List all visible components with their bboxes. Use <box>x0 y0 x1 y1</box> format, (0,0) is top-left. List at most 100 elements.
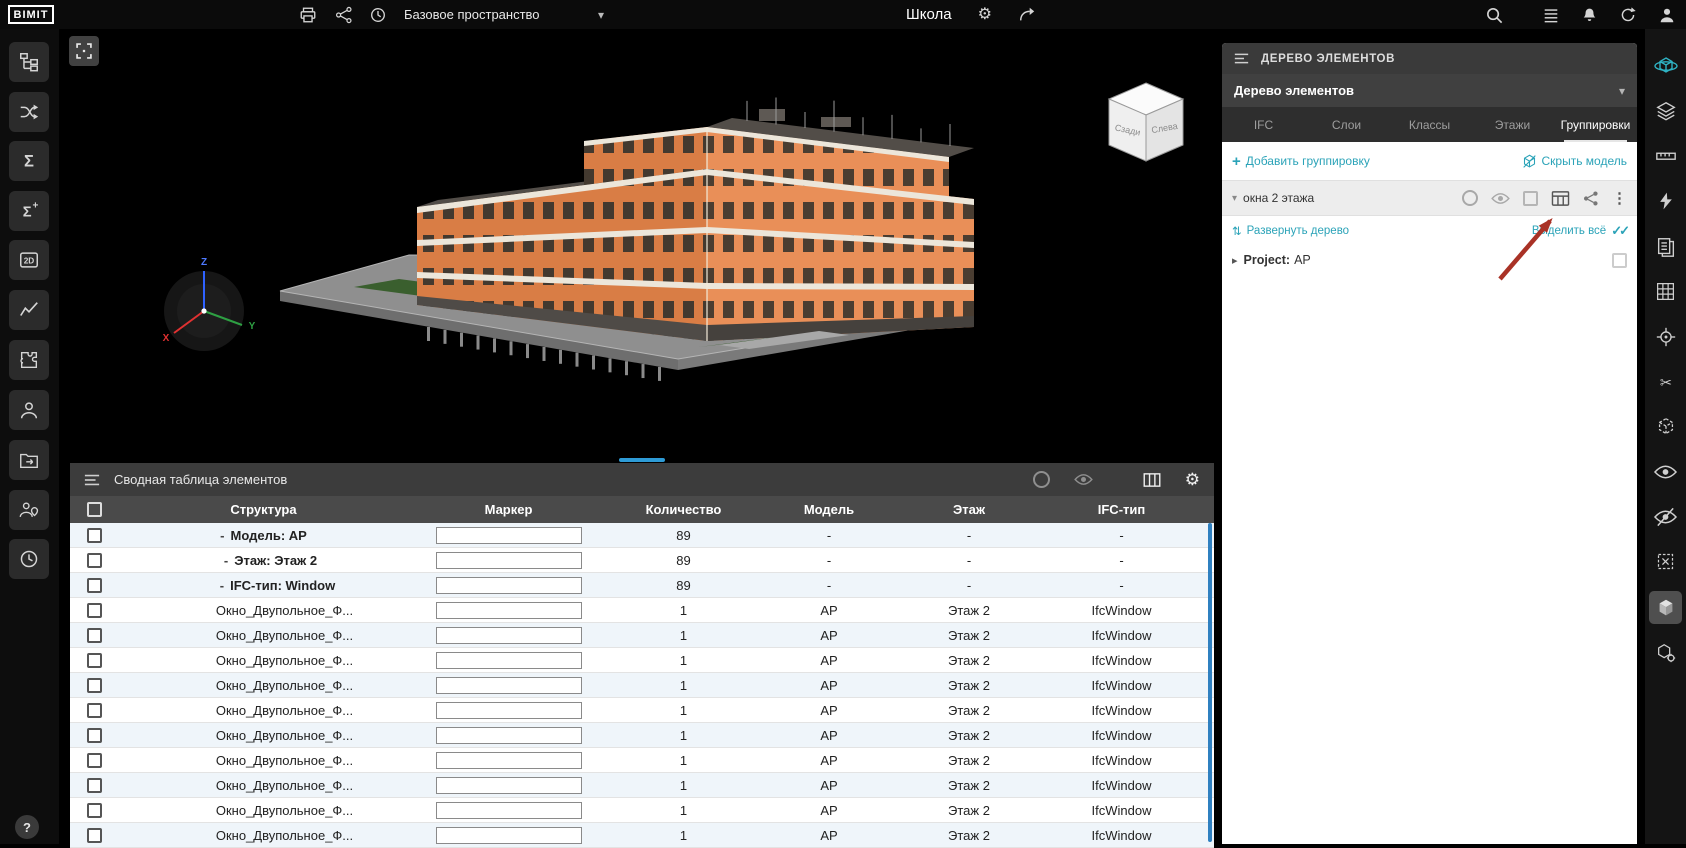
marker-input[interactable] <box>435 701 582 719</box>
app-logo[interactable]: BIMIT <box>8 5 54 24</box>
layers-icon[interactable] <box>1649 94 1682 127</box>
search-icon[interactable] <box>1484 5 1504 25</box>
col-structure[interactable]: Структура <box>118 502 409 517</box>
2d-view-icon[interactable]: 2D <box>9 240 49 280</box>
grouping-checkbox[interactable] <box>1523 190 1538 206</box>
share-nodes-icon[interactable] <box>1583 190 1599 207</box>
columns-icon[interactable] <box>1143 472 1161 488</box>
share-icon[interactable] <box>1018 6 1036 24</box>
row-checkbox[interactable] <box>86 727 102 743</box>
expand-tree-link[interactable]: ⇅ Развернуть дерево <box>1232 224 1349 238</box>
folder-transfer-icon[interactable] <box>9 440 49 480</box>
plugins-icon[interactable] <box>9 340 49 380</box>
locate-icon[interactable] <box>1649 320 1682 353</box>
tab-Группировки[interactable]: Группировки <box>1554 107 1637 142</box>
focus-selection-button[interactable] <box>69 36 99 66</box>
col-count[interactable]: Количество <box>608 502 759 517</box>
more-options-icon[interactable]: ⋮ <box>1612 189 1627 207</box>
marker-input[interactable] <box>435 751 582 769</box>
history-icon[interactable] <box>368 5 388 25</box>
marker-input[interactable] <box>435 651 582 669</box>
row-checkbox[interactable] <box>86 652 102 668</box>
grouping-row[interactable]: ▾ окна 2 этажа ⋮ <box>1222 180 1637 216</box>
connections-icon[interactable] <box>9 92 49 132</box>
tab-Классы[interactable]: Классы <box>1388 107 1471 142</box>
person-icon[interactable] <box>9 390 49 430</box>
marker-input[interactable] <box>435 551 582 569</box>
row-checkbox[interactable] <box>86 802 102 818</box>
marker-input[interactable] <box>435 726 582 744</box>
tree-root-item[interactable]: ▸ Project: АР <box>1222 246 1637 274</box>
hide-eye-icon[interactable] <box>1649 500 1682 533</box>
refresh-icon[interactable] <box>1619 6 1637 24</box>
chart-icon[interactable] <box>9 290 49 330</box>
row-checkbox[interactable] <box>86 552 102 568</box>
menu-icon[interactable] <box>84 473 100 487</box>
workspace-selector[interactable]: Базовое пространство ▾ <box>404 0 604 29</box>
expand-caret-icon[interactable]: ▸ <box>1232 254 1238 267</box>
tree-root-checkbox[interactable] <box>1612 252 1627 268</box>
row-checkbox[interactable] <box>86 627 102 643</box>
clock-icon[interactable] <box>9 539 49 579</box>
devices-icon[interactable] <box>298 5 318 25</box>
sheets-icon[interactable] <box>1649 230 1682 263</box>
bell-icon[interactable] <box>1581 6 1598 24</box>
clash-lightning-icon[interactable] <box>1649 184 1682 217</box>
navigation-cube[interactable]: Сзади Слева <box>1089 69 1209 179</box>
menu-icon[interactable] <box>1234 52 1249 65</box>
marker-input[interactable] <box>435 826 582 844</box>
tab-IFC[interactable]: IFC <box>1222 107 1305 142</box>
visibility-icon[interactable] <box>1491 192 1510 205</box>
select-all-checkbox[interactable] <box>86 502 102 517</box>
hide-model-link[interactable]: Скрыть модель <box>1522 154 1627 169</box>
row-checkbox[interactable] <box>86 777 102 793</box>
isolate-box-icon[interactable] <box>1649 545 1682 578</box>
clip-box-icon[interactable] <box>1649 410 1682 443</box>
orbit-view-icon[interactable] <box>1649 49 1682 82</box>
collapse-icon[interactable]: ▾ <box>1232 193 1237 204</box>
selection-circle-icon[interactable] <box>1032 471 1050 488</box>
marker-input[interactable] <box>435 801 582 819</box>
panel-drag-handle[interactable] <box>619 458 665 462</box>
visibility-icon[interactable] <box>1073 473 1093 486</box>
marker-input[interactable] <box>435 601 582 619</box>
model-cube-icon[interactable] <box>1649 591 1682 624</box>
col-model[interactable]: Модель <box>759 502 899 517</box>
marker-input[interactable] <box>435 576 582 594</box>
row-checkbox[interactable] <box>86 527 102 543</box>
row-checkbox[interactable] <box>86 602 102 618</box>
marker-input[interactable] <box>435 676 582 694</box>
sum-icon[interactable]: Σ <box>9 141 49 181</box>
show-eye-icon[interactable] <box>1649 455 1682 488</box>
row-checkbox[interactable] <box>86 752 102 768</box>
col-marker[interactable]: Маркер <box>409 502 608 517</box>
table-settings-gear-icon[interactable]: ⚙ <box>1185 471 1200 488</box>
help-button[interactable]: ? <box>15 815 39 839</box>
sum-add-icon[interactable]: Σ + <box>9 191 49 231</box>
structure-tree-icon[interactable] <box>9 42 49 82</box>
add-grouping-link[interactable]: + Добавить группировку <box>1232 153 1370 170</box>
marker-input[interactable] <box>435 526 582 544</box>
list-icon[interactable] <box>1542 6 1560 24</box>
row-checkbox[interactable] <box>86 577 102 593</box>
marker-input[interactable] <box>435 776 582 794</box>
select-all-link[interactable]: Выделить всё ✓✓ <box>1532 223 1630 239</box>
network-icon[interactable] <box>334 5 354 25</box>
grouping-table-icon[interactable] <box>1551 190 1570 207</box>
model-settings-icon[interactable] <box>1649 636 1682 669</box>
row-checkbox[interactable] <box>86 677 102 693</box>
col-ifc-type[interactable]: IFC-тип <box>1039 502 1204 517</box>
section-cut-icon[interactable]: ✂ <box>1649 365 1682 398</box>
selection-circle-icon[interactable] <box>1462 190 1478 206</box>
row-checkbox[interactable] <box>86 702 102 718</box>
grid-icon[interactable] <box>1649 275 1682 308</box>
table-scrollbar[interactable] <box>1208 523 1212 842</box>
gear-icon[interactable]: ⚙ <box>978 6 992 23</box>
marker-input[interactable] <box>435 626 582 644</box>
tab-Этажи[interactable]: Этажи <box>1471 107 1554 142</box>
measure-icon[interactable] <box>1649 139 1682 172</box>
row-checkbox[interactable] <box>86 827 102 843</box>
col-floor[interactable]: Этаж <box>899 502 1039 517</box>
person-pin-icon[interactable] <box>9 490 49 530</box>
tree-mode-dropdown[interactable]: Дерево элементов ▾ <box>1222 74 1637 107</box>
